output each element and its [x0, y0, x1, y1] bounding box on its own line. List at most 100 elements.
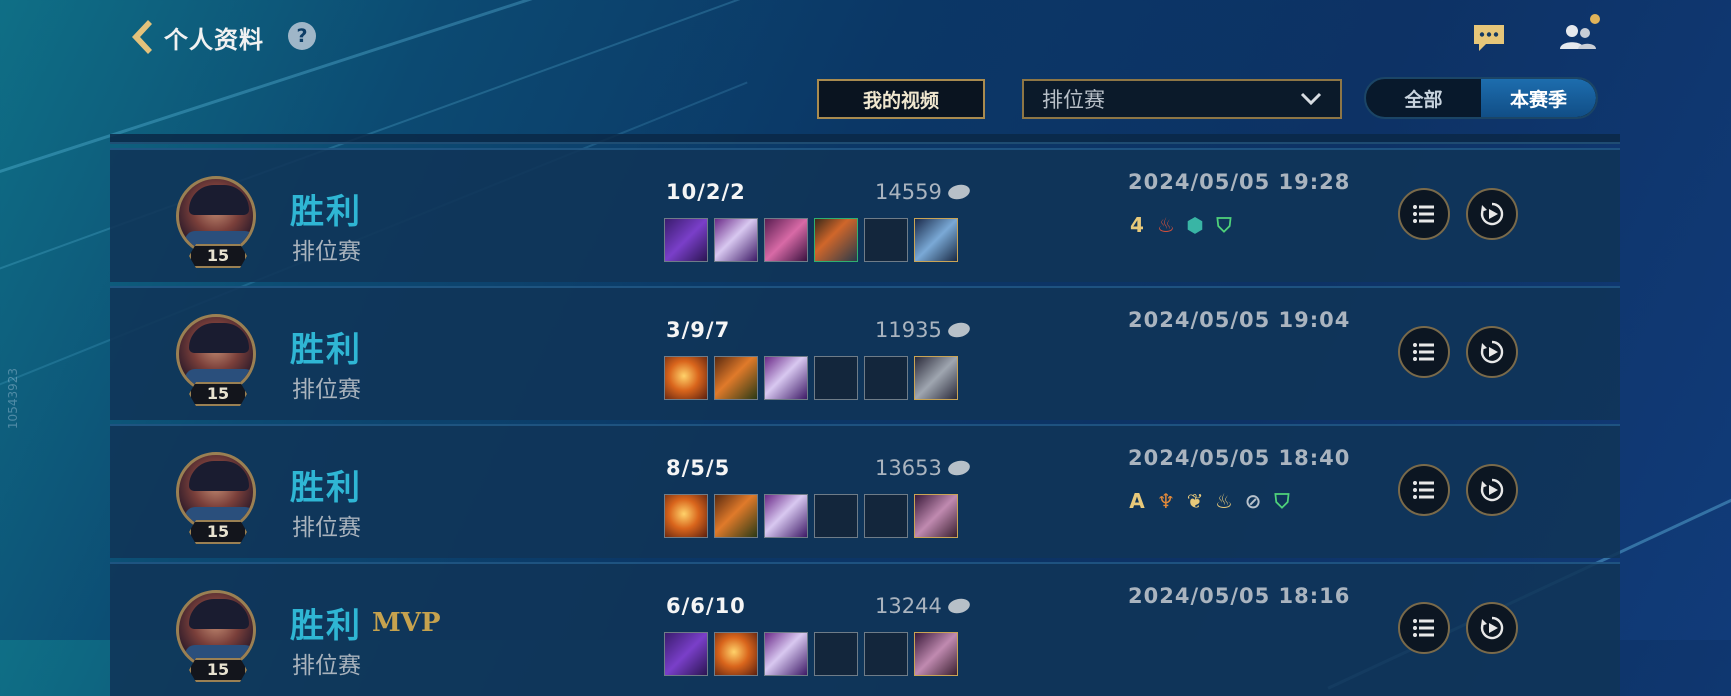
match-row[interactable]: 15 胜利 排位赛 3/9/7 11935 2024/05/05 19:04	[110, 286, 1620, 420]
gold-coin-icon	[946, 182, 972, 202]
queue-mode-value: 排位赛	[1042, 88, 1105, 112]
mvp-label: MVP	[372, 608, 441, 638]
match-details-button[interactable]	[1398, 326, 1450, 378]
gold-value: 13244	[875, 594, 942, 618]
empty-item-slot[interactable]	[864, 218, 908, 262]
champion-level: 15	[189, 382, 247, 406]
tab-current-season[interactable]: 本赛季	[1481, 79, 1596, 117]
match-details-button[interactable]	[1398, 464, 1450, 516]
list-icon	[1413, 343, 1434, 361]
replay-icon	[1480, 616, 1504, 640]
green-shield-icon: ⛉	[1274, 489, 1290, 513]
replay-button[interactable]	[1466, 464, 1518, 516]
item-slot[interactable]	[764, 356, 808, 400]
match-result: 胜利	[290, 330, 362, 370]
match-result: 胜利	[290, 468, 362, 508]
kda: 6/6/10	[666, 594, 746, 618]
match-datetime: 2024/05/05 19:28	[1128, 170, 1351, 194]
empty-item-slot[interactable]	[864, 494, 908, 538]
kda: 10/2/2	[666, 180, 746, 204]
replay-button[interactable]	[1466, 602, 1518, 654]
champion-level: 15	[189, 244, 247, 268]
item-build	[664, 356, 958, 400]
match-row[interactable]: 15 胜利 排位赛 8/5/5 13653 2024/05/05 18:40 A…	[110, 424, 1620, 558]
quadra-kill-icon: 4	[1130, 213, 1144, 237]
item-build	[664, 494, 958, 538]
match-details-button[interactable]	[1398, 188, 1450, 240]
item-slot[interactable]	[714, 356, 758, 400]
item-slot[interactable]	[714, 632, 758, 676]
kda: 8/5/5	[666, 456, 731, 480]
match-datetime: 2024/05/05 19:04	[1128, 308, 1351, 332]
gold-coin-icon	[946, 320, 972, 340]
friends-icon[interactable]	[1558, 22, 1598, 52]
match-row[interactable]: 15 胜利 MVP 排位赛 6/6/10 13244 2024/05/05 18…	[110, 562, 1620, 696]
orange-crest-icon: ♆	[1157, 489, 1175, 513]
empty-item-slot[interactable]	[814, 494, 858, 538]
tab-all[interactable]: 全部	[1366, 79, 1481, 117]
item-slot[interactable]	[664, 218, 708, 262]
item-slot[interactable]	[764, 494, 808, 538]
page-title: 个人资料	[164, 25, 264, 54]
leaf-crest-icon: ❦	[1186, 489, 1204, 513]
item-build	[664, 632, 958, 676]
gold-coin-icon	[946, 596, 972, 616]
match-result: 胜利	[290, 192, 362, 232]
replay-icon	[1480, 340, 1504, 364]
gold-earned: 14559	[875, 180, 972, 204]
top-bar: 个人资料 ?	[0, 0, 1731, 70]
my-videos-button[interactable]: 我的视频	[817, 79, 985, 119]
item-slot[interactable]	[664, 356, 708, 400]
match-datetime: 2024/05/05 18:16	[1128, 584, 1351, 608]
list-header-bar	[110, 134, 1620, 144]
chevron-left-icon	[132, 20, 152, 54]
match-queue: 排位赛	[292, 239, 361, 265]
item-slot[interactable]	[714, 494, 758, 538]
item-slot[interactable]	[664, 632, 708, 676]
list-icon	[1413, 619, 1434, 637]
replay-icon	[1480, 202, 1504, 226]
match-queue: 排位赛	[292, 377, 361, 403]
chat-icon[interactable]	[1472, 22, 1506, 54]
item-slot[interactable]	[814, 218, 858, 262]
gold-earned: 11935	[875, 318, 972, 342]
fire-icon: ♨	[1215, 489, 1233, 513]
item-slot[interactable]	[914, 218, 958, 262]
match-queue: 排位赛	[292, 515, 361, 541]
flame-lotus-icon: ♨	[1157, 213, 1175, 237]
match-history-list: 15 胜利 排位赛 10/2/2 14559 2024/05/05 19:28 …	[110, 134, 1620, 696]
queue-mode-select[interactable]: 排位赛	[1022, 79, 1342, 119]
gold-earned: 13653	[875, 456, 972, 480]
item-slot[interactable]	[914, 632, 958, 676]
replay-icon	[1480, 478, 1504, 502]
empty-item-slot[interactable]	[814, 632, 858, 676]
list-icon	[1413, 205, 1434, 223]
champion-level: 15	[189, 658, 247, 682]
item-slot[interactable]	[714, 218, 758, 262]
help-icon[interactable]: ?	[288, 22, 316, 50]
replay-button[interactable]	[1466, 326, 1518, 378]
list-icon	[1413, 481, 1434, 499]
back-button[interactable]: 个人资料	[128, 18, 264, 56]
notification-dot	[1590, 14, 1600, 24]
empty-item-slot[interactable]	[864, 632, 908, 676]
match-row[interactable]: 15 胜利 排位赛 10/2/2 14559 2024/05/05 19:28 …	[110, 148, 1620, 282]
assist-icon: A	[1129, 489, 1145, 513]
gear-badge-icon: ⊘	[1244, 489, 1262, 513]
item-slot[interactable]	[764, 218, 808, 262]
gold-earned: 13244	[875, 594, 972, 618]
achievement-badges: 4 ♨ ⬢ ⛉	[1124, 212, 1237, 238]
watermark-id: 10543923	[6, 368, 20, 430]
empty-item-slot[interactable]	[814, 356, 858, 400]
gold-value: 11935	[875, 318, 942, 342]
champion-level: 15	[189, 520, 247, 544]
item-slot[interactable]	[914, 494, 958, 538]
item-slot[interactable]	[914, 356, 958, 400]
gold-value: 14559	[875, 180, 942, 204]
replay-button[interactable]	[1466, 188, 1518, 240]
match-details-button[interactable]	[1398, 602, 1450, 654]
empty-item-slot[interactable]	[864, 356, 908, 400]
gold-coin-icon	[946, 458, 972, 478]
item-slot[interactable]	[764, 632, 808, 676]
item-slot[interactable]	[664, 494, 708, 538]
